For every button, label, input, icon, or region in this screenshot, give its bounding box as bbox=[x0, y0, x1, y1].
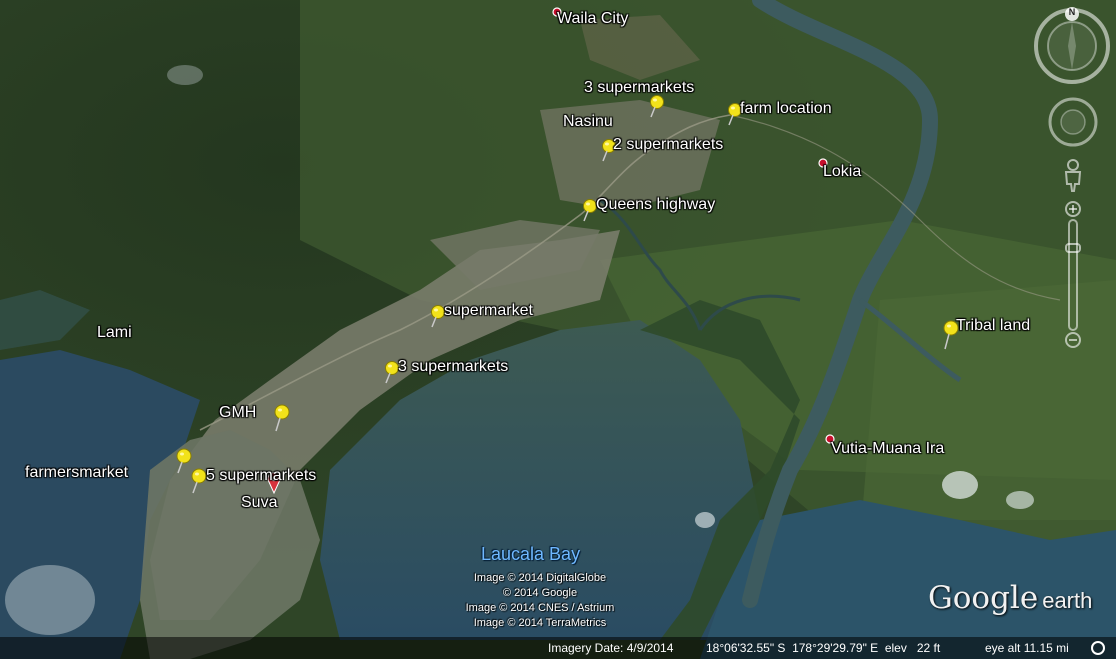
place-label-waila-city: Waila City bbox=[557, 10, 629, 27]
place-label-lokia: Lokia bbox=[823, 163, 862, 180]
streaming-indicator-icon bbox=[1091, 641, 1105, 655]
eye-altitude: eye alt 11.15 mi bbox=[985, 641, 1069, 655]
status-bar: Imagery Date: 4/9/2014 18°06'32.55" S 17… bbox=[0, 637, 1116, 659]
placemark-label-tribal-land: Tribal land bbox=[956, 317, 1031, 334]
placemark-label-2-supermarkets: 2 supermarkets bbox=[613, 136, 724, 153]
credit-line: Image © 2014 TerraMetrics bbox=[473, 617, 607, 629]
place-label-nasinu: Nasinu bbox=[563, 113, 613, 130]
compass-north-label: N bbox=[1068, 7, 1076, 17]
placemark-label-farm-location: farm location bbox=[740, 100, 832, 117]
place-label-lami: Lami bbox=[97, 324, 132, 341]
placemark-label-farmersmarket: farmersmarket bbox=[25, 464, 129, 481]
credit-line: Image © 2014 CNES / Astrium bbox=[465, 602, 615, 614]
pushpin-icon[interactable] bbox=[270, 404, 292, 432]
look-joystick-icon[interactable] bbox=[1047, 96, 1099, 148]
google-earth-map[interactable]: Waila City Nasinu Lokia Lami Vutia-Muana… bbox=[0, 0, 1116, 659]
placemark-label-5-supermarkets: 5 supermarkets bbox=[206, 467, 317, 484]
credit-line: Image © 2014 DigitalGlobe bbox=[473, 572, 607, 584]
imagery-date: Imagery Date: 4/9/2014 bbox=[548, 641, 674, 655]
cursor-coordinates: 18°06'32.55" S 178°29'29.79" E elev 22 f… bbox=[706, 641, 941, 655]
water-label-laucala-bay: Laucala Bay bbox=[481, 544, 581, 564]
logo-google: Google bbox=[928, 580, 1039, 616]
place-label-vutia-muana-ira: Vutia-Muana Ira bbox=[831, 440, 945, 457]
placemark-label-3-supermarkets-north: 3 supermarkets bbox=[584, 79, 695, 96]
google-earth-logo: Google earth bbox=[928, 580, 1092, 616]
place-label-suva: Suva bbox=[241, 494, 278, 511]
placemark-label-queens-highway: Queens highway bbox=[596, 196, 716, 213]
imagery-credits: Image © 2014 DigitalGlobe © 2014 Google … bbox=[440, 571, 640, 631]
street-view-icon[interactable] bbox=[1062, 158, 1084, 192]
zoom-slider-icon[interactable] bbox=[1062, 200, 1084, 350]
placemark-label-3-supermarkets-south: 3 supermarkets bbox=[398, 358, 509, 375]
placemark-label-gmh: GMH bbox=[219, 404, 257, 421]
credit-line: © 2014 Google bbox=[502, 587, 578, 599]
placemark-label-supermarket: supermarket bbox=[444, 302, 533, 319]
logo-earth: earth bbox=[1042, 588, 1093, 613]
pushpin-icon[interactable] bbox=[645, 94, 667, 118]
compass-icon[interactable] bbox=[1032, 6, 1112, 86]
